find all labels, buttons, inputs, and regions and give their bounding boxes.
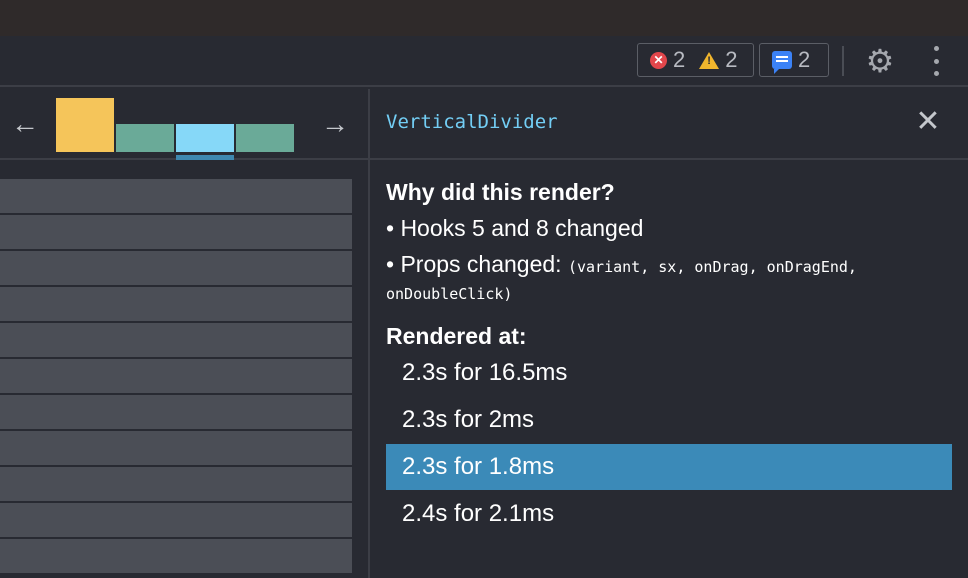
flamegraph-row[interactable] — [0, 539, 352, 573]
devtools-toolbar: ✕ 2 2 2 ⚙ — [0, 36, 968, 87]
kebab-dot — [933, 58, 939, 64]
error-count: 2 — [673, 47, 686, 72]
rendered-at-title: Rendered at: — [386, 323, 527, 349]
flamegraph-rows — [0, 179, 352, 575]
render-list-item[interactable]: 2.3s for 2ms — [386, 397, 952, 443]
commit-bar-chart — [56, 98, 296, 160]
flamegraph-row[interactable] — [0, 503, 352, 537]
why-render-title: Why did this render? — [386, 179, 615, 205]
component-details-sidebar: VerticalDivider ✕ Why did this render? •… — [370, 89, 968, 578]
commit-navigator: ← → — [0, 89, 368, 160]
flamegraph-row[interactable] — [0, 467, 352, 501]
toolbar-divider — [842, 46, 844, 76]
gear-icon[interactable]: ⚙ — [864, 45, 896, 77]
component-name: VerticalDivider — [386, 111, 558, 133]
commit-bar[interactable] — [236, 124, 294, 152]
flamegraph-row[interactable] — [0, 359, 352, 393]
commit-bar-selected[interactable] — [176, 124, 234, 152]
close-icon[interactable]: ✕ — [914, 107, 942, 137]
changed-props-list-continued: onDoubleClick) — [386, 285, 513, 303]
issues-counter-button[interactable]: ✕ 2 2 — [637, 43, 754, 77]
flamegraph-row[interactable] — [0, 431, 352, 465]
flamegraph-row[interactable] — [0, 323, 352, 357]
render-list-item-selected[interactable]: 2.3s for 1.8ms — [386, 444, 952, 490]
commit-bar[interactable] — [56, 98, 114, 152]
reason-props-label: • Props changed: — [386, 251, 568, 277]
kebab-menu-icon[interactable] — [928, 46, 944, 76]
arrow-right-icon[interactable]: → — [320, 109, 350, 139]
sidebar-header: VerticalDivider ✕ — [370, 89, 968, 160]
reason-props: • Props changed: (variant, sx, onDrag, o… — [386, 251, 857, 278]
flamegraph-row[interactable] — [0, 215, 352, 249]
warning-triangle-icon — [699, 51, 720, 69]
messages-counter-button[interactable]: 2 — [759, 43, 829, 77]
flamegraph-row[interactable] — [0, 287, 352, 321]
kebab-dot — [933, 71, 939, 76]
render-list-item[interactable]: 2.4s for 2.1ms — [386, 491, 952, 537]
arrow-left-icon[interactable]: ← — [10, 109, 40, 139]
message-count: 2 — [798, 47, 811, 72]
changed-props-list: (variant, sx, onDrag, onDragEnd, — [567, 258, 857, 276]
message-icon — [772, 51, 792, 74]
error-circle-icon: ✕ — [650, 51, 667, 69]
render-list-item[interactable]: 2.3s for 16.5ms — [386, 350, 952, 396]
flamegraph-row[interactable] — [0, 251, 352, 285]
flamegraph-pane: ← → — [0, 89, 368, 578]
flamegraph-row[interactable] — [0, 395, 352, 429]
flamegraph-row[interactable] — [0, 179, 352, 213]
warning-count: 2 — [725, 47, 738, 72]
kebab-dot — [933, 46, 939, 51]
commit-bar[interactable] — [116, 124, 174, 152]
selected-commit-indicator — [176, 155, 234, 160]
window-top-strip — [0, 0, 968, 36]
reason-hooks: • Hooks 5 and 8 changed — [386, 215, 644, 241]
